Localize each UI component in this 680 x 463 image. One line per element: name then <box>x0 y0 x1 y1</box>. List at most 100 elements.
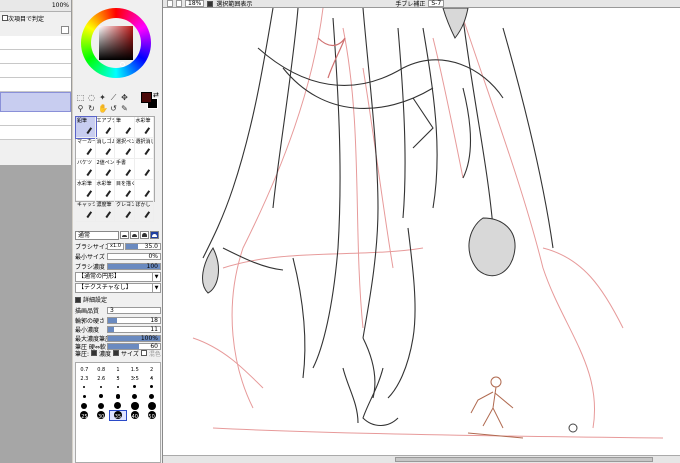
lasso-icon[interactable]: ◌ <box>87 93 96 102</box>
brush-tool-2[interactable]: 筆 <box>115 117 135 138</box>
size-preset[interactable] <box>143 401 160 411</box>
rotate-icon[interactable]: ↻ <box>87 104 96 113</box>
pen-icon[interactable]: ✎ <box>120 104 129 113</box>
brush-tool-3[interactable]: 水彩筆 <box>134 117 154 138</box>
brush-tool-0[interactable]: 鉛筆 <box>75 116 97 139</box>
primary-color-swatch[interactable] <box>141 92 152 103</box>
density-checkbox[interactable] <box>91 350 98 356</box>
magic-wand-icon[interactable]: ✦ <box>98 93 107 102</box>
toolbar-button[interactable] <box>176 0 182 7</box>
swap-colors-icon[interactable]: ⇄ <box>153 91 159 99</box>
brush-tool-17[interactable]: 濃度筆 <box>95 201 115 222</box>
brush-size-slider[interactable]: 35.0 <box>124 242 161 250</box>
brush-tool-9[interactable]: 2値ペン <box>95 159 115 180</box>
saturation-value-square[interactable] <box>99 26 133 60</box>
hand-icon[interactable]: ✋ <box>98 104 108 113</box>
size-preset[interactable] <box>143 392 160 402</box>
rotate-reset-icon[interactable]: ↺ <box>109 104 118 113</box>
toolbar-button[interactable] <box>167 0 173 7</box>
layer-item[interactable] <box>0 36 71 50</box>
new-layer-button[interactable] <box>61 26 69 34</box>
canvas-horizontal-scrollbar[interactable] <box>163 455 680 463</box>
brush-tool-19[interactable]: ぼかし <box>134 201 154 222</box>
clip-group-row[interactable]: 次項目で判定 <box>0 12 71 24</box>
brush-shape-1[interactable] <box>120 231 129 239</box>
density-slider[interactable]: 100 <box>107 262 161 270</box>
brush-tool-10[interactable]: 手書 <box>115 159 135 180</box>
brush-tool-1[interactable]: エアブラシ <box>95 117 115 138</box>
detail-settings-toggle[interactable]: 詳細設定 <box>75 295 161 304</box>
brush-tool-4[interactable]: マーカー <box>76 138 96 159</box>
brush-shape-4[interactable] <box>150 231 159 239</box>
size-preset[interactable] <box>93 382 110 392</box>
blend-checkbox[interactable] <box>140 350 147 356</box>
layer-item[interactable] <box>0 78 71 92</box>
size-preset[interactable]: 40 <box>126 411 143 420</box>
size-preset[interactable]: 50 <box>143 411 160 420</box>
brush-tool-15[interactable] <box>134 180 154 201</box>
brush-tool-14[interactable]: 目を描く <box>115 180 135 201</box>
brush-tool-16[interactable]: キャッシュ <box>76 201 96 222</box>
layer-item[interactable] <box>0 126 71 140</box>
layer-item[interactable] <box>0 112 71 126</box>
brush-tool-18[interactable]: クレヨン <box>115 201 135 222</box>
size-preset[interactable] <box>93 392 110 402</box>
size-preset[interactable]: 35 <box>108 409 128 421</box>
brush-tool-12[interactable]: 水彩筆 <box>76 180 96 201</box>
brush-shape-3[interactable] <box>140 231 149 239</box>
size-preset[interactable] <box>126 401 143 411</box>
size-preset[interactable] <box>110 392 127 402</box>
size-preset[interactable] <box>110 401 127 411</box>
stabilizer-select[interactable]: S-7 <box>428 0 445 7</box>
edge-hardness-slider[interactable]: 18 <box>107 316 161 324</box>
size-preset[interactable] <box>76 392 93 402</box>
size-preset[interactable]: 4 <box>143 373 160 382</box>
quality-select[interactable]: 3 <box>107 306 161 314</box>
layer-item-selected[interactable] <box>0 92 71 112</box>
zoom-icon[interactable]: ⚲ <box>76 104 85 113</box>
rect-select-icon[interactable]: ⬚ <box>76 93 85 102</box>
min-density-slider[interactable]: 11 <box>107 325 161 333</box>
size-preset[interactable]: 3 <box>110 373 127 382</box>
min-size-slider[interactable]: 0% <box>107 252 161 260</box>
size-preset[interactable]: 0.7 <box>76 363 93 373</box>
size-preset[interactable]: 0.8 <box>93 363 110 373</box>
size-preset[interactable] <box>76 401 93 411</box>
size-preset[interactable]: 2.3 <box>76 373 93 382</box>
size-preset[interactable] <box>93 401 110 411</box>
size-preset[interactable] <box>126 392 143 402</box>
size-preset[interactable]: 1.5 <box>126 363 143 373</box>
eyedropper-icon[interactable]: ⟋ <box>109 93 118 102</box>
size-preset[interactable]: 1 <box>110 363 127 373</box>
brush-tool-7[interactable]: 選択消し <box>134 138 154 159</box>
brush-tool-11[interactable] <box>134 159 154 180</box>
brush-size-multiplier[interactable]: x1.0 <box>107 242 124 250</box>
brush-tool-8[interactable]: バケツ <box>76 159 96 180</box>
brush-tool-13[interactable]: 水彩筆 <box>95 180 115 201</box>
size-preset[interactable] <box>76 382 93 392</box>
size-preset[interactable] <box>110 382 127 392</box>
size-checkbox[interactable] <box>113 350 120 356</box>
selection-display-checkbox[interactable] <box>207 0 214 7</box>
zoom-select[interactable]: 18% <box>185 0 205 7</box>
layer-item[interactable] <box>0 50 71 64</box>
drawing-canvas[interactable] <box>163 8 680 455</box>
texture-dropdown[interactable]: 【テクスチャなし】 ▼ <box>75 283 161 293</box>
size-preset[interactable]: 25 <box>76 411 93 420</box>
brush-tool-6[interactable]: 選択ペン <box>115 138 135 159</box>
brush-tool-5[interactable]: 消しゴム <box>95 138 115 159</box>
blend-mode-select[interactable]: 通常 <box>75 230 119 240</box>
size-preset[interactable]: 3.5 <box>126 373 143 382</box>
size-preset[interactable]: 30 <box>93 411 110 420</box>
brush-shape-2[interactable] <box>130 231 139 239</box>
color-picker-cursor[interactable] <box>120 62 125 67</box>
size-preset[interactable] <box>126 382 143 392</box>
size-preset[interactable]: 2.6 <box>93 373 110 382</box>
size-preset[interactable] <box>143 382 160 392</box>
color-wheel[interactable] <box>81 8 151 78</box>
layer-item[interactable] <box>0 64 71 78</box>
brush-shape-dropdown[interactable]: 【通常の円形】 ▼ <box>75 272 161 282</box>
size-preset[interactable]: 2 <box>143 363 160 373</box>
canvas-scroll-thumb[interactable] <box>395 457 653 462</box>
move-icon[interactable]: ✥ <box>120 93 129 102</box>
